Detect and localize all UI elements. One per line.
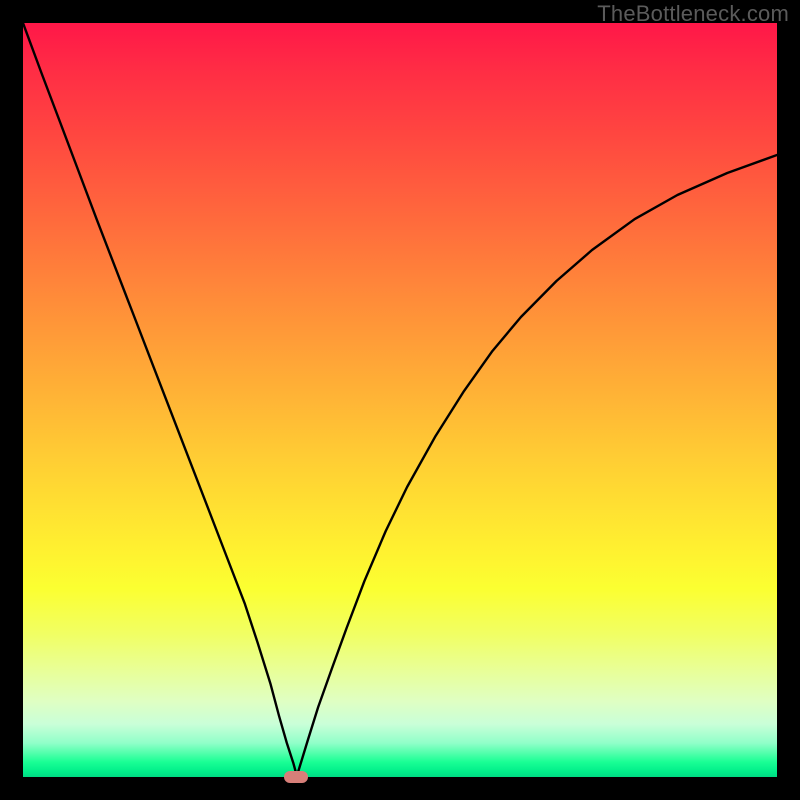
curve-svg xyxy=(23,23,777,777)
plot-area xyxy=(23,23,777,777)
right-branch-path xyxy=(297,155,777,776)
optimal-point-marker xyxy=(284,771,308,783)
chart-container: TheBottleneck.com xyxy=(0,0,800,800)
left-branch-path xyxy=(23,23,297,776)
